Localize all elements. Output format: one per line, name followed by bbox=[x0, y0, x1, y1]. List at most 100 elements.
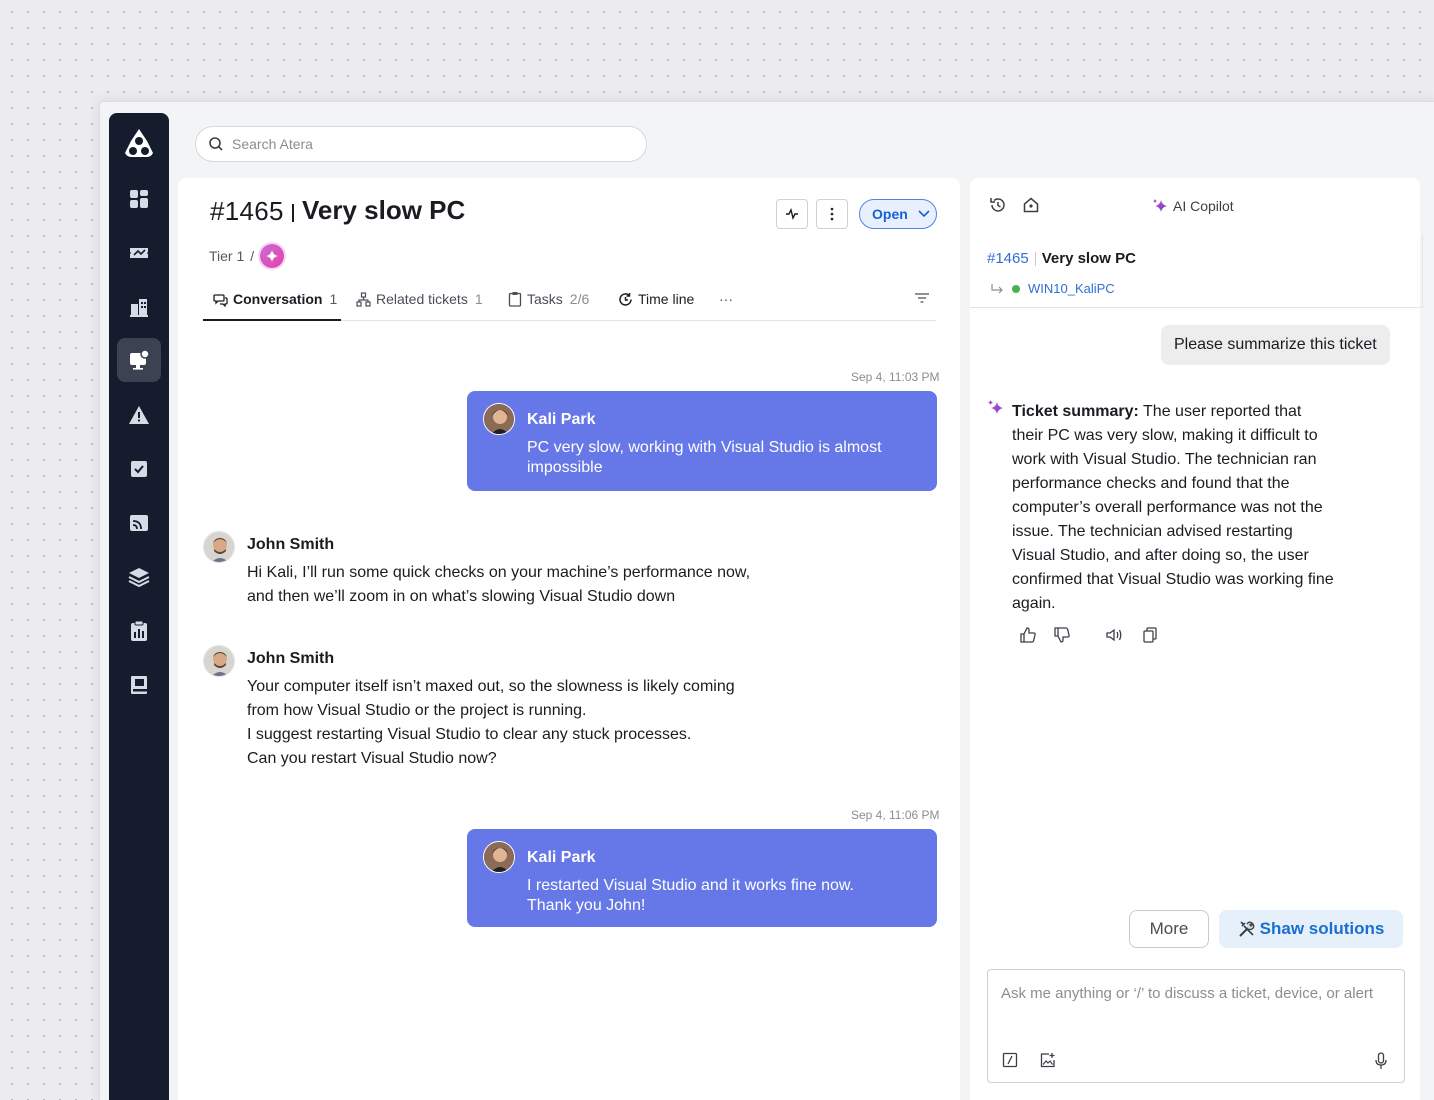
related-icon bbox=[356, 291, 371, 307]
ticket-title: Very slow PC bbox=[302, 195, 466, 225]
technician-message: John Smith Your computer itself isn’t ma… bbox=[203, 645, 803, 775]
avatar bbox=[483, 403, 515, 435]
context-ticket-title: Very slow PC bbox=[1041, 250, 1136, 267]
author-name: Kali Park bbox=[527, 849, 596, 866]
composer-placeholder[interactable]: Ask me anything or ‘/’ to discuss a tick… bbox=[1001, 982, 1381, 1006]
sparkle-icon bbox=[266, 250, 279, 262]
subdirectory-arrow-icon bbox=[991, 283, 1003, 293]
show-solutions-button[interactable]: Shaw solutions bbox=[1219, 910, 1403, 948]
avatar-kali-park bbox=[484, 842, 514, 872]
sidebar-item-customers[interactable] bbox=[117, 285, 161, 329]
sidebar-item-patch[interactable] bbox=[117, 447, 161, 491]
sidebar-item-tickets[interactable] bbox=[117, 231, 161, 275]
tickets-icon bbox=[130, 248, 148, 258]
ai-response: Ticket summary: The user reported that t… bbox=[1012, 400, 1334, 616]
slash-command-button[interactable] bbox=[1002, 1052, 1018, 1073]
tab-more[interactable]: ··· bbox=[719, 290, 733, 308]
speaker-icon bbox=[1106, 628, 1122, 642]
tier-label: Tier 1 bbox=[209, 248, 245, 264]
tier-row: Tier 1 / bbox=[209, 244, 285, 268]
context-ticket: #1465 Very slow PC bbox=[987, 250, 1136, 267]
add-image-icon bbox=[1040, 1053, 1055, 1068]
kebab-icon bbox=[830, 207, 834, 221]
show-solutions-label: Shaw solutions bbox=[1259, 919, 1385, 938]
filter-button[interactable] bbox=[914, 291, 930, 309]
atera-logo[interactable] bbox=[121, 125, 157, 161]
author-name: John Smith bbox=[247, 536, 335, 553]
conversation-icon bbox=[213, 293, 228, 307]
tab-conversation[interactable]: Conversation 1 bbox=[213, 290, 337, 308]
more-button[interactable]: More bbox=[1129, 910, 1209, 948]
copilot-ticket-context: #1465 Very slow PC WIN10_KaliPC bbox=[970, 234, 1423, 308]
home-button[interactable] bbox=[1022, 196, 1040, 219]
sidebar-item-dashboard[interactable] bbox=[117, 177, 161, 221]
copy-button[interactable] bbox=[1141, 626, 1159, 644]
knowledge-base-icon bbox=[131, 676, 147, 694]
tab-label: Conversation bbox=[233, 291, 323, 307]
tab-count: 2/6 bbox=[569, 291, 590, 307]
status-dropdown[interactable]: Open bbox=[859, 199, 937, 229]
sidebar-item-knowledge-base[interactable] bbox=[117, 663, 161, 707]
avatar-kali-park bbox=[484, 404, 514, 434]
avatar bbox=[203, 531, 235, 563]
search-bar[interactable] bbox=[195, 126, 647, 162]
message-line: I restarted Visual Studio and it works f… bbox=[527, 877, 854, 894]
message-line: Thank you John! bbox=[527, 897, 646, 914]
thumbs-up-button[interactable] bbox=[1019, 626, 1037, 644]
slash-command-icon bbox=[1002, 1052, 1018, 1068]
patch-icon bbox=[131, 461, 147, 477]
thumbs-down-icon bbox=[1054, 627, 1070, 643]
message-line: Your computer itself isn’t maxed out, so… bbox=[247, 678, 735, 695]
tab-count: 1 bbox=[329, 291, 338, 307]
device-link[interactable]: WIN10_KaliPC bbox=[1028, 281, 1115, 296]
sidebar-item-feeds[interactable] bbox=[117, 501, 161, 545]
response-actions bbox=[1019, 626, 1159, 644]
search-icon bbox=[209, 137, 223, 151]
technician-message: John Smith Hi Kali, I’ll run some quick … bbox=[203, 531, 803, 611]
avatar-john-smith bbox=[204, 532, 234, 562]
tab-label: Related tickets bbox=[376, 291, 468, 307]
sidebar-item-alerts[interactable] bbox=[117, 393, 161, 437]
context-ticket-id[interactable]: #1465 bbox=[987, 250, 1029, 267]
tab-tasks[interactable]: Tasks 2/6 bbox=[508, 290, 589, 308]
thumbs-up-icon bbox=[1020, 627, 1036, 643]
sidebar-item-software[interactable] bbox=[117, 555, 161, 599]
activity-button[interactable] bbox=[776, 199, 808, 229]
message-timestamp: Sep 4, 11:03 PM bbox=[851, 370, 940, 384]
timeline-icon bbox=[619, 292, 632, 306]
history-button[interactable] bbox=[989, 196, 1007, 219]
sidebar-item-reports[interactable] bbox=[117, 609, 161, 653]
summary-label: Ticket summary: bbox=[1012, 403, 1139, 420]
tab-label: Time line bbox=[638, 291, 695, 307]
copilot-header: AI Copilot bbox=[970, 178, 1420, 234]
microphone-button[interactable] bbox=[1374, 1052, 1388, 1075]
message-text: I restarted Visual Studio and it works f… bbox=[527, 876, 907, 916]
message-text: PC very slow, working with Visual Studio… bbox=[527, 439, 882, 476]
sidebar-item-devices[interactable] bbox=[117, 338, 161, 382]
alerts-icon bbox=[129, 406, 149, 424]
tab-related-tickets[interactable]: Related tickets 1 bbox=[356, 290, 483, 308]
microphone-icon bbox=[1375, 1052, 1387, 1069]
author-name: Kali Park bbox=[527, 411, 596, 428]
ai-sparkle-badge[interactable] bbox=[260, 244, 285, 268]
tools-icon bbox=[1238, 921, 1255, 937]
clipboard-icon bbox=[508, 292, 522, 307]
tab-more-label: ··· bbox=[719, 291, 733, 307]
status-label: Open bbox=[872, 206, 908, 222]
software-icon bbox=[128, 568, 150, 588]
message-text: Your computer itself isn’t maxed out, so… bbox=[247, 675, 767, 771]
tab-timeline[interactable]: Time line bbox=[618, 290, 694, 308]
search-input[interactable] bbox=[232, 136, 612, 152]
devices-icon bbox=[130, 349, 150, 370]
tier-separator: / bbox=[250, 248, 255, 264]
pulse-icon bbox=[786, 208, 798, 220]
read-aloud-button[interactable] bbox=[1105, 626, 1123, 644]
attach-image-button[interactable] bbox=[1039, 1052, 1056, 1074]
ai-response-sparkle bbox=[987, 399, 1005, 422]
copilot-composer[interactable]: Ask me anything or ‘/’ to discuss a tick… bbox=[987, 969, 1405, 1083]
more-options-button[interactable] bbox=[816, 199, 848, 229]
avatar bbox=[483, 841, 515, 873]
sidebar bbox=[109, 113, 169, 1100]
thumbs-down-button[interactable] bbox=[1053, 626, 1071, 644]
author-name: John Smith bbox=[247, 650, 335, 667]
